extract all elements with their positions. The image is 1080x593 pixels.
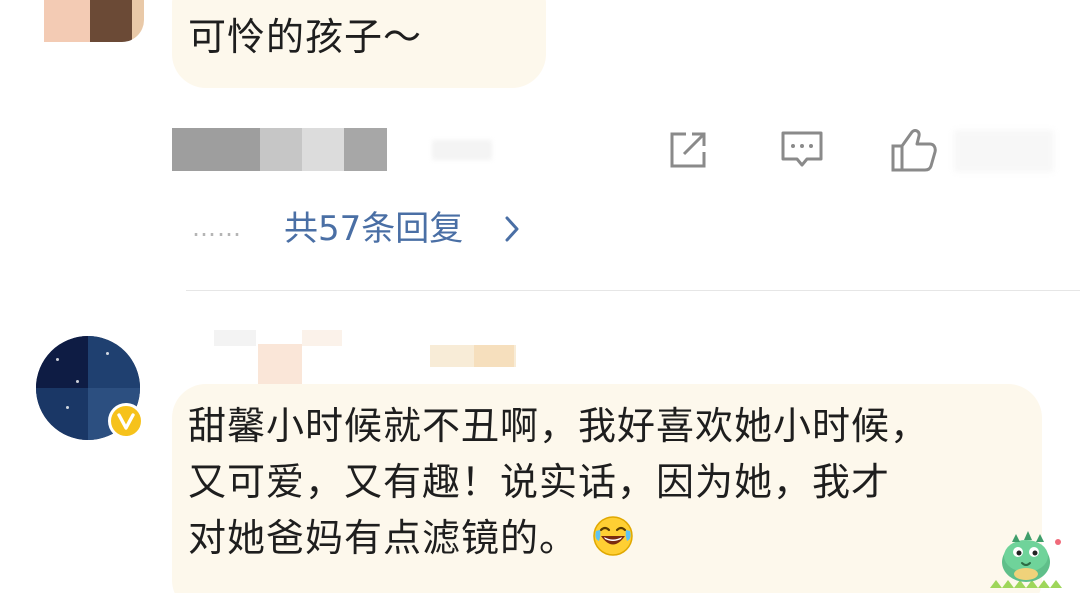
blurred-username: [214, 330, 256, 346]
avatar-star: [66, 406, 69, 409]
view-replies-link[interactable]: 共57条回复: [284, 206, 463, 252]
avatar-star: [76, 380, 79, 383]
comment-line-last: 对她爸妈有点滤镜的。: [188, 510, 1038, 572]
blurred-username: [302, 128, 344, 171]
avatar-pixel: [88, 336, 140, 388]
share-icon[interactable]: [666, 128, 710, 176]
blurred-username: [344, 128, 387, 171]
reply-dots: ……: [192, 214, 242, 242]
divider: [186, 290, 1080, 291]
blurred-username: [432, 140, 492, 160]
avatar-star: [106, 352, 109, 355]
blurred-username: [258, 344, 302, 388]
chevron-right-icon[interactable]: [502, 214, 522, 248]
thumbs-up-icon[interactable]: [890, 128, 950, 176]
blurred-username: [302, 330, 342, 346]
blurred-username: [260, 128, 302, 171]
avatar-pixel: [132, 0, 144, 42]
comment-line: 甜馨小时候就不丑啊，我好喜欢她小时候，: [188, 404, 930, 448]
blurred-username: [474, 345, 514, 367]
avatar[interactable]: [44, 0, 144, 42]
avatar-pixel: [36, 336, 88, 388]
blurred-username: [172, 128, 260, 171]
comment-line: 又可爱，又有趣！说实话，因为她，我才: [188, 460, 891, 504]
comment-thread: 可怜的孩子～ …… 共57条回复 甜馨小时候就不丑啊，我好喜欢她小时候， 又可爱…: [0, 0, 1080, 593]
comment-icon[interactable]: [780, 128, 824, 176]
blurred-like-count: [954, 130, 1054, 172]
avatar-pixel: [44, 0, 90, 42]
laughing-tears-emoji: [592, 515, 634, 572]
green-dinosaur-sticker: [990, 522, 1068, 593]
avatar-star: [56, 358, 59, 361]
comment-text: 甜馨小时候就不丑啊，我好喜欢她小时候， 又可爱，又有趣！说实话，因为她，我才 对…: [188, 398, 1038, 572]
comment-text: 可怜的孩子～: [188, 15, 423, 59]
avatar-pixel: [90, 0, 132, 42]
verified-badge: [108, 403, 144, 439]
comment-line: 对她爸妈有点滤镜的。: [188, 516, 579, 560]
avatar-pixel: [36, 388, 88, 440]
